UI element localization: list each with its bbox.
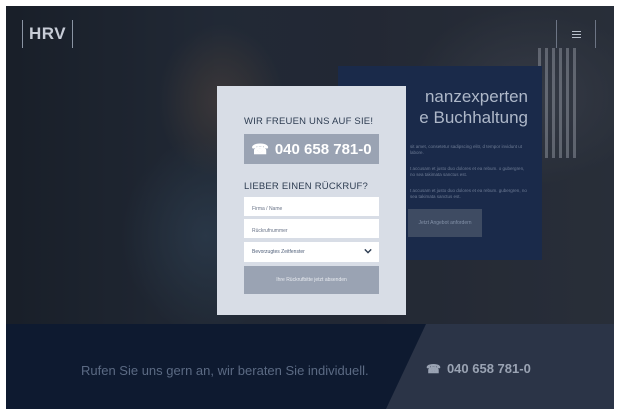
page: HRV nanzexperten e Buchhaltung sit amet,…: [6, 6, 614, 409]
footer-phone-link[interactable]: ☎ 040 658 781-0: [426, 361, 531, 376]
callback-number-field[interactable]: [244, 219, 379, 241]
hamburger-icon: [572, 31, 581, 38]
phone-number: 040 658 781-0: [274, 141, 372, 158]
info-card-paragraph: t accusam et justo duo dolores et ea reb…: [410, 166, 525, 177]
time-window-select[interactable]: Bevorzugtes Zeitfenster: [244, 242, 379, 262]
company-name-input[interactable]: [244, 199, 372, 219]
chevron-down-icon: [364, 248, 372, 254]
footer-text: Rufen Sie uns gern an, wir beraten Sie i…: [81, 363, 369, 378]
telephone-icon: ☎: [426, 362, 441, 376]
telephone-icon: ☎: [251, 141, 269, 157]
footer-phone-number: 040 658 781-0: [446, 361, 531, 376]
info-card-paragraph: t accusam et justo duo dolores et ea reb…: [410, 188, 527, 199]
callback-form-card: WIR FREUEN UNS AUF SIE! ☎ 040 658 781-0 L…: [217, 86, 406, 315]
info-card-paragraph: sit amet, consetetur sadipscing elitr, d…: [410, 144, 523, 155]
info-card-button[interactable]: Jetzt Angebot anfordern: [408, 209, 482, 237]
callback-heading: LIEBER EINEN RÜCKRUF?: [244, 181, 369, 192]
submit-button[interactable]: Ihre Rückrufbitte jetzt absenden: [244, 266, 379, 294]
time-window-value: Bevorzugtes Zeitfenster: [252, 249, 305, 255]
form-heading: WIR FREUEN UNS AUF SIE!: [244, 116, 374, 127]
phone-number-button[interactable]: ☎ 040 658 781-0: [244, 134, 379, 164]
callback-number-input[interactable]: [244, 221, 372, 241]
background-window-decor: [538, 48, 576, 158]
site-logo[interactable]: HRV: [22, 20, 74, 48]
menu-button[interactable]: [556, 20, 596, 48]
company-name-field[interactable]: [244, 197, 379, 219]
